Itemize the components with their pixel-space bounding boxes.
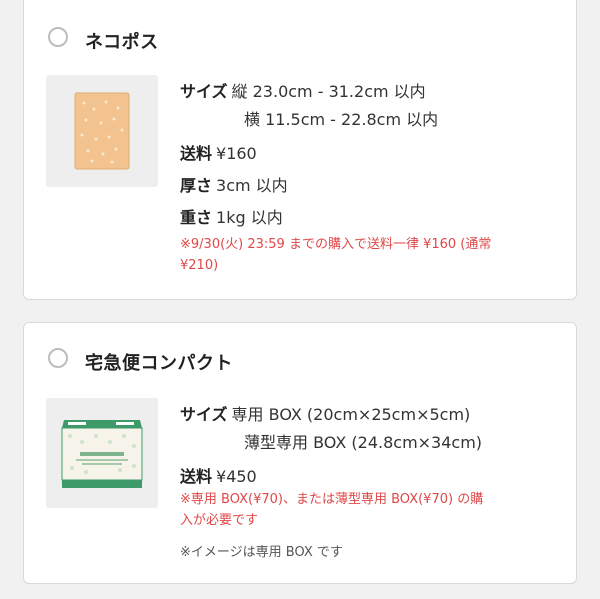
shipping-note: ※専用 BOX(¥70)、または薄型専用 BOX(¥70) の購 入が必要です <box>180 489 483 531</box>
shipping-note: ※9/30(火) 23:59 までの購入で送料一律 ¥160 (通常 ¥210) <box>180 234 491 276</box>
shipping-option-compact[interactable]: 宅急便コンパクト サイズ 専用 BOX (20cm×25cm×5cm) 薄型専用 … <box>23 322 577 584</box>
fee-value: ¥450 <box>216 467 257 486</box>
note-line1: ※専用 BOX(¥70)、または薄型専用 BOX(¥70) の購 <box>180 492 484 507</box>
note-line2: ¥210) <box>180 258 219 273</box>
box-icon <box>46 398 158 508</box>
shipping-option-nekopos[interactable]: ネコポス サイズ縦 23.0cm - 31.2cm 以内 横 11.5cm - … <box>23 0 577 300</box>
note-line1: ※9/30(火) 23:59 までの購入で送料一律 ¥160 (通常 <box>180 237 492 252</box>
weight-value: 1kg 以内 <box>216 208 283 227</box>
fee-label: 送料 <box>180 467 213 486</box>
compact-box-image <box>46 398 158 508</box>
fee-row: 送料 ¥450 <box>180 463 257 487</box>
size-label: サイズ <box>180 82 228 101</box>
weight-label: 重さ <box>180 208 213 227</box>
fee-row: 送料 ¥160 <box>180 140 257 164</box>
size-value-line1: 縦 23.0cm - 31.2cm 以内 <box>231 82 426 101</box>
size-row: サイズ 専用 BOX (20cm×25cm×5cm) <box>180 401 470 425</box>
image-note: ※イメージは専用 BOX です <box>180 545 343 560</box>
nekopos-envelope-image <box>46 75 158 187</box>
option-title: ネコポス <box>85 32 159 53</box>
size-row: サイズ縦 23.0cm - 31.2cm 以内 <box>180 78 426 102</box>
thickness-value: 3cm 以内 <box>216 176 288 195</box>
weight-row: 重さ 1kg 以内 <box>180 204 283 228</box>
radio-button[interactable] <box>48 348 68 368</box>
option-title: 宅急便コンパクト <box>85 353 233 374</box>
size-value-line2: 横 11.5cm - 22.8cm 以内 <box>244 110 439 129</box>
fee-value: ¥160 <box>216 144 257 163</box>
radio-button[interactable] <box>48 27 68 47</box>
fee-label: 送料 <box>180 144 213 163</box>
thickness-row: 厚さ 3cm 以内 <box>180 172 288 196</box>
note-line2: 入が必要です <box>180 513 259 528</box>
size-label: サイズ <box>180 405 228 424</box>
size-value-line1: 専用 BOX (20cm×25cm×5cm) <box>231 405 471 424</box>
size-value-line2: 薄型専用 BOX (24.8cm×34cm) <box>244 433 483 452</box>
thickness-label: 厚さ <box>180 176 213 195</box>
envelope-icon <box>46 75 158 187</box>
